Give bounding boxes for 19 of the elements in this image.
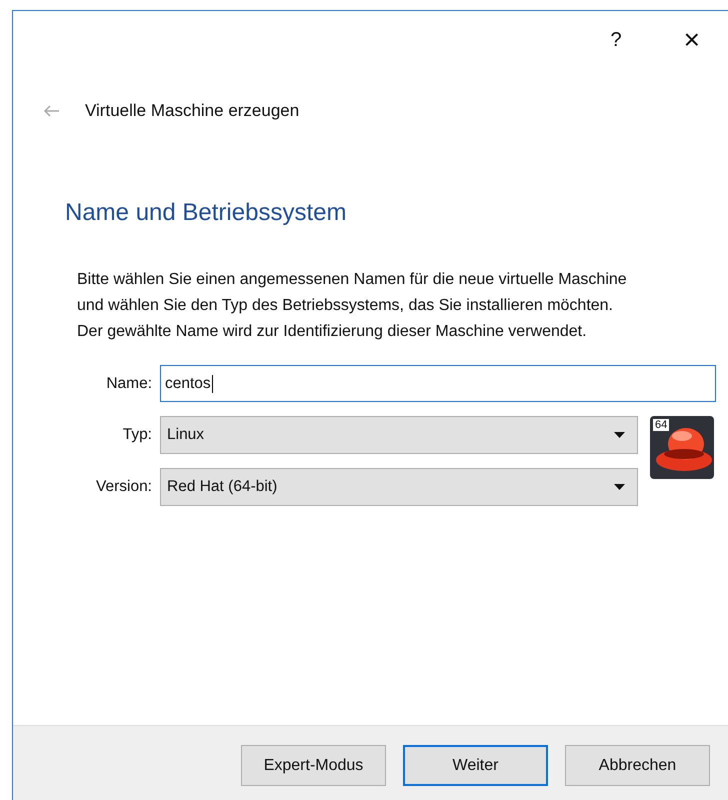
dialog-button[interactable]: Expert-Modus xyxy=(241,745,386,786)
close-button[interactable]: × xyxy=(678,24,706,56)
dialog-button[interactable]: Weiter xyxy=(403,745,548,786)
dropdown-caret-icon xyxy=(614,484,625,490)
help-button[interactable]: ? xyxy=(604,28,628,52)
name-field[interactable]: centos xyxy=(160,365,716,402)
page-heading: Name und Betriebssystem xyxy=(65,199,348,227)
dropdown-caret-icon xyxy=(614,432,625,438)
bitness-badge: 64 xyxy=(653,419,670,431)
description-text: Bitte wählen Sie einen angemessenen Namen für die neue virtuelle Maschine und wählen Sie den Typ des Betriebssystems, das Sie installieren möchten. Der gewählte Name wird zur Identifizierung dieser Maschine verwendet. xyxy=(77,270,628,342)
field-label: Name: xyxy=(105,374,152,392)
dropdown[interactable]: Linux xyxy=(160,416,638,454)
hat-icon xyxy=(650,416,714,479)
field-label: Version: xyxy=(94,478,152,496)
wizard-title: Virtuelle Maschine erzeugen xyxy=(85,101,300,121)
field-label: Typ: xyxy=(122,426,152,444)
dropdown[interactable]: Red Hat (64-bit) xyxy=(160,468,638,506)
back-arrow-icon[interactable] xyxy=(43,105,59,117)
dialog-button[interactable]: Abbrechen xyxy=(565,745,710,786)
